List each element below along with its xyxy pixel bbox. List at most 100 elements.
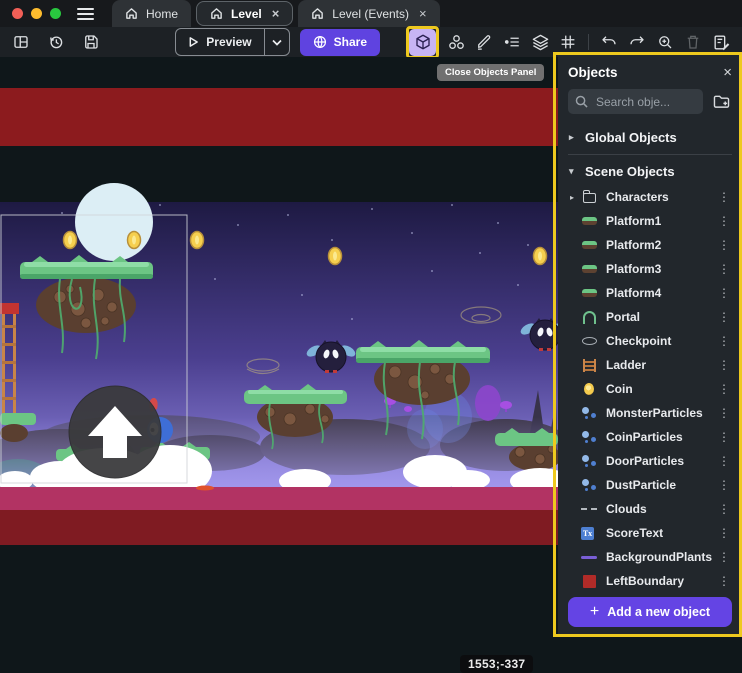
object-menu-icon[interactable]: ⋮ [716, 550, 732, 564]
object-item-checkpoint[interactable]: Checkpoint ⋮ [568, 329, 732, 353]
tab-label: Home [146, 7, 178, 21]
home-icon [125, 7, 138, 20]
tooltip: Close Objects Panel [437, 64, 544, 81]
instances-list-icon[interactable] [501, 31, 523, 53]
object-menu-icon[interactable]: ⋮ [716, 382, 732, 396]
object-label: Clouds [606, 502, 716, 516]
object-item-dustparticle[interactable]: DustParticle ⋮ [568, 473, 732, 497]
object-item-backgroundplants[interactable]: BackgroundPlants ⋮ [568, 545, 732, 569]
object-menu-icon[interactable]: ⋮ [716, 238, 732, 252]
group-global-objects[interactable]: ▸ Global Objects [568, 124, 732, 151]
zoom-in-icon[interactable] [654, 31, 676, 53]
app-window: Home Level × Level (Events) × [0, 0, 742, 637]
globe-icon [313, 35, 327, 49]
object-item-platform3[interactable]: Platform3 ⋮ [568, 257, 732, 281]
grid-icon[interactable] [557, 31, 579, 53]
close-window-icon[interactable] [12, 8, 23, 19]
object-item-platform1[interactable]: Platform1 ⋮ [568, 209, 732, 233]
object-label: ScoreText [606, 526, 716, 540]
object-item-monsterparticles[interactable]: MonsterParticles ⋮ [568, 401, 732, 425]
redo-icon[interactable] [626, 31, 648, 53]
objects-panel-title: Objects [568, 65, 618, 80]
tab-label: Level [231, 7, 262, 21]
object-groups-icon[interactable] [445, 31, 467, 53]
object-menu-icon[interactable]: ⋮ [716, 262, 732, 276]
particles-icon [581, 406, 597, 420]
objects-panel-toggle-button[interactable] [409, 29, 436, 56]
object-item-clouds[interactable]: Clouds ⋮ [568, 497, 732, 521]
object-label: LeftBoundary [606, 574, 716, 588]
object-item-coin[interactable]: Coin ⋮ [568, 377, 732, 401]
object-label: MonsterParticles [606, 406, 716, 420]
object-menu-icon[interactable]: ⋮ [716, 190, 732, 204]
object-search[interactable] [568, 89, 703, 114]
share-button[interactable]: Share [300, 29, 380, 56]
scene-canvas[interactable]: 1553;-337 [0, 57, 558, 637]
arrow-button-sprite[interactable] [69, 386, 161, 478]
object-menu-icon[interactable]: ⋮ [716, 358, 732, 372]
object-label: Platform3 [606, 262, 716, 276]
tab-level-events[interactable]: Level (Events) × [298, 0, 439, 27]
object-menu-icon[interactable]: ⋮ [716, 478, 732, 492]
object-menu-icon[interactable]: ⋮ [716, 526, 732, 540]
object-menu-icon[interactable]: ⋮ [716, 502, 732, 516]
tab-level[interactable]: Level × [196, 1, 293, 26]
moon-sprite[interactable] [75, 183, 153, 261]
object-menu-icon[interactable]: ⋮ [716, 430, 732, 444]
object-menu-icon[interactable]: ⋮ [716, 454, 732, 468]
menu-icon[interactable] [77, 8, 94, 20]
object-item-portal[interactable]: Portal ⋮ [568, 305, 732, 329]
tab-close-icon[interactable]: × [272, 6, 280, 21]
close-panel-icon[interactable]: × [723, 65, 732, 80]
folder-icon [581, 190, 597, 204]
object-label: DustParticle [606, 478, 716, 492]
search-input[interactable] [594, 94, 696, 110]
history-icon[interactable] [45, 31, 67, 53]
object-label: Characters [606, 190, 716, 204]
portal-icon [581, 310, 597, 324]
object-label: Portal [606, 310, 716, 324]
object-item-coinparticles[interactable]: CoinParticles ⋮ [568, 425, 732, 449]
bottom-boundary-sprite[interactable] [0, 510, 558, 545]
top-boundary-sprite[interactable] [0, 88, 558, 146]
object-label: Coin [606, 382, 716, 396]
edit-pencil-icon[interactable] [473, 31, 495, 53]
panels-layout-icon[interactable] [10, 31, 32, 53]
object-menu-icon[interactable]: ⋮ [716, 310, 732, 324]
object-menu-icon[interactable]: ⋮ [716, 574, 732, 588]
object-item-ladder[interactable]: Ladder ⋮ [568, 353, 732, 377]
cursor-coordinates-badge: 1553;-337 [460, 655, 533, 673]
object-item-platform4[interactable]: Platform4 ⋮ [568, 281, 732, 305]
object-menu-icon[interactable]: ⋮ [716, 286, 732, 300]
object-label: Platform4 [606, 286, 716, 300]
object-menu-icon[interactable]: ⋮ [716, 214, 732, 228]
object-menu-icon[interactable]: ⋮ [716, 406, 732, 420]
tab-label: Level (Events) [332, 7, 409, 21]
home-icon [210, 7, 223, 20]
object-item-characters[interactable]: ▸ Characters ⋮ [568, 185, 732, 209]
save-icon[interactable] [80, 31, 102, 53]
text-icon: Tx [581, 527, 594, 540]
cube-icon [414, 33, 432, 51]
platform-icon [581, 214, 597, 228]
tab-close-icon[interactable]: × [419, 6, 427, 21]
object-item-scoretext[interactable]: Tx ScoreText ⋮ [568, 521, 732, 545]
maximize-window-icon[interactable] [50, 8, 61, 19]
preview-dropdown-icon[interactable] [265, 29, 289, 55]
undo-icon[interactable] [598, 31, 620, 53]
object-item-platform2[interactable]: Platform2 ⋮ [568, 233, 732, 257]
add-folder-icon[interactable] [710, 91, 732, 113]
tab-home[interactable]: Home [112, 0, 191, 27]
expand-chevron-icon[interactable]: ▸ [570, 193, 581, 202]
object-item-doorparticles[interactable]: DoorParticles ⋮ [568, 449, 732, 473]
particles-icon [581, 430, 597, 444]
group-scene-objects[interactable]: ▾ Scene Objects [568, 158, 732, 185]
add-new-object-button[interactable]: + Add a new object [568, 597, 732, 627]
title-bar: Home Level × Level (Events) × [0, 0, 742, 27]
object-menu-icon[interactable]: ⋮ [716, 334, 732, 348]
preview-button[interactable]: Preview [175, 28, 289, 56]
scene-properties-icon[interactable] [710, 31, 732, 53]
layers-icon[interactable] [529, 31, 551, 53]
minimize-window-icon[interactable] [31, 8, 42, 19]
object-item-leftboundary[interactable]: LeftBoundary ⋮ [568, 569, 732, 593]
